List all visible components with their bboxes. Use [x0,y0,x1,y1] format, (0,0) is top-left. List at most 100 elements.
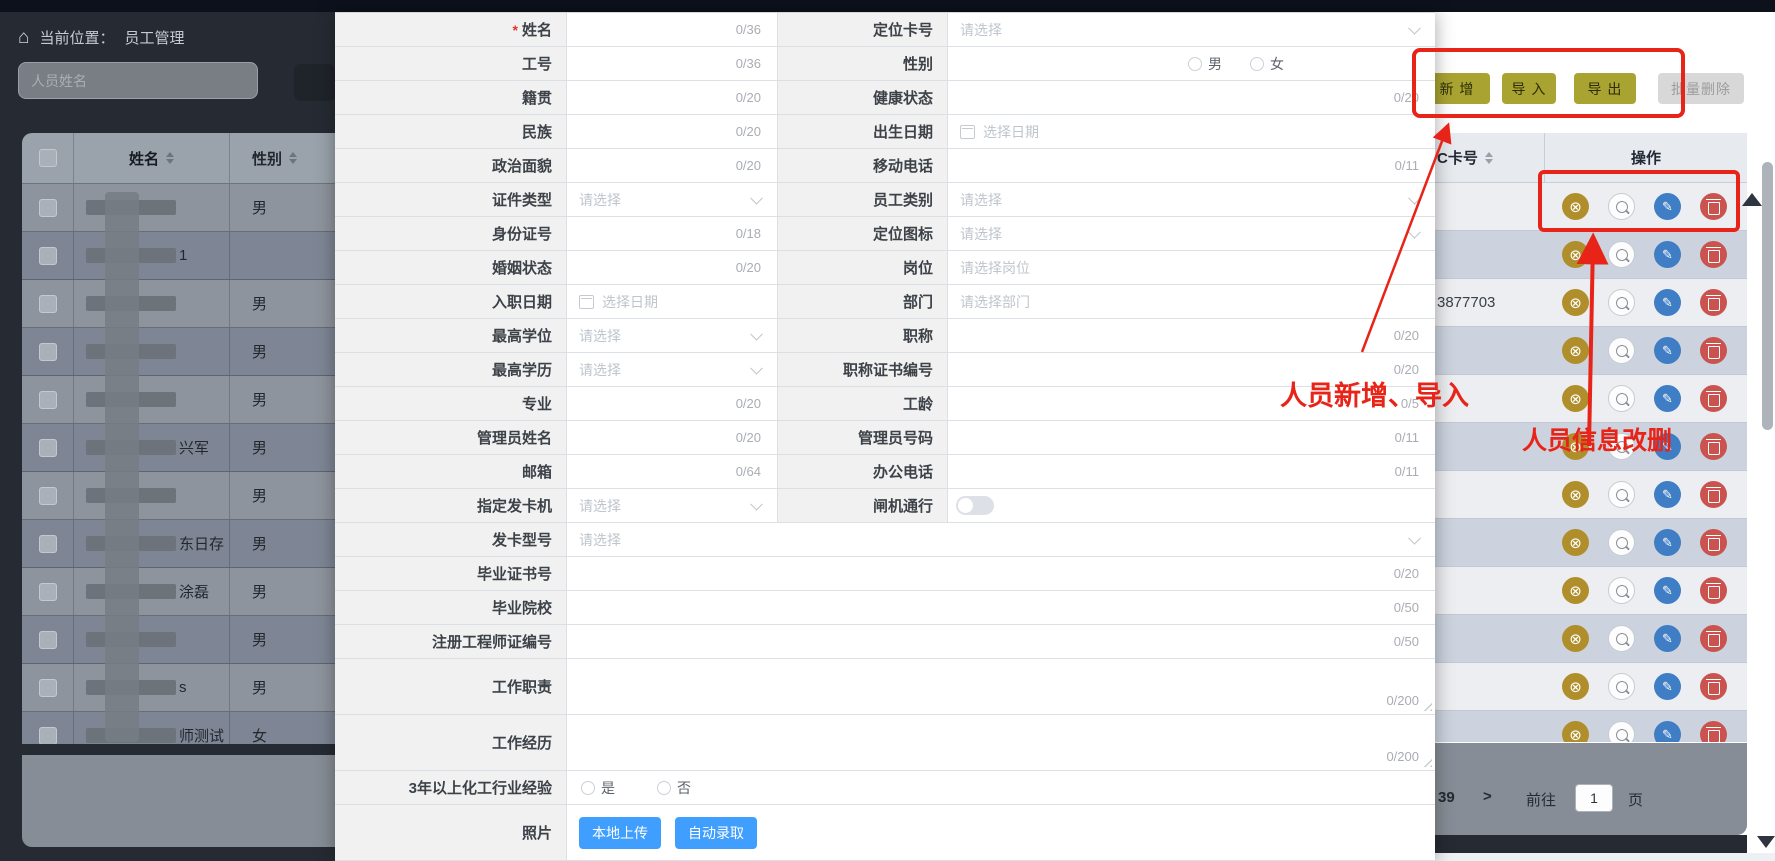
row-checkbox[interactable] [39,679,57,697]
edit-icon[interactable]: ✎ [1654,673,1681,700]
scrollbar-thumb[interactable] [1762,162,1773,430]
form-input-counter[interactable]: 0/20 [567,387,777,420]
view-icon[interactable] [1608,625,1635,652]
form-input-textarea[interactable]: 0/200 [567,715,1435,770]
row-checkbox[interactable] [39,583,57,601]
local-upload-button[interactable]: 本地上传 [579,817,661,849]
form-input-counter[interactable]: 0/36 [567,13,777,46]
form-input-counter[interactable]: 0/64 [567,455,777,488]
resize-grip-icon[interactable] [1421,756,1432,767]
radio-icon[interactable] [581,781,595,795]
view-icon[interactable] [1608,577,1635,604]
form-input-counter[interactable]: 0/36 [567,47,777,80]
table-row[interactable]: 男 [22,616,335,664]
person-name-search[interactable] [18,62,258,99]
edit-icon[interactable]: ✎ [1654,625,1681,652]
delete-icon[interactable] [1700,721,1727,742]
form-input-counter[interactable]: 0/20 [948,319,1435,352]
table-row[interactable]: ⊗✎ [1435,327,1747,375]
delete-icon[interactable] [1700,673,1727,700]
table-row[interactable]: ⊗✎ [1435,471,1747,519]
table-row[interactable]: ⊗✎ [1435,183,1747,231]
edit-icon[interactable]: ✎ [1654,481,1681,508]
row-checkbox[interactable] [39,439,57,457]
partially-hidden-control[interactable] [294,64,335,101]
form-input-counter[interactable]: 0/5 [948,387,1435,420]
edit-icon[interactable]: ✎ [1654,385,1681,412]
table-row[interactable]: ⊗✎ [1435,375,1747,423]
form-input-counter[interactable]: 0/11 [948,421,1435,454]
table-row[interactable]: 男 [22,472,335,520]
form-input-counter[interactable]: 0/11 [948,455,1435,488]
form-input-toggle[interactable] [948,489,1435,522]
row-checkbox[interactable] [39,487,57,505]
delete-icon[interactable] [1700,289,1727,316]
row-checkbox[interactable] [39,727,57,745]
view-icon[interactable] [1608,529,1635,556]
form-input-counter[interactable]: 0/20 [567,149,777,182]
deactivate-card-icon[interactable]: ⊗ [1562,337,1589,364]
table-row[interactable]: ⊗✎ [1435,519,1747,567]
form-input-counter[interactable]: 0/20 [567,81,777,114]
form-input-select[interactable]: 请选择 [567,319,777,352]
edit-icon[interactable]: ✎ [1654,193,1681,220]
delete-icon[interactable] [1700,193,1727,220]
form-input-counter[interactable]: 0/20 [567,421,777,454]
view-icon[interactable] [1608,385,1635,412]
table-row[interactable]: 1 [22,232,335,280]
sort-icons-gender[interactable] [289,152,297,164]
view-icon[interactable] [1608,337,1635,364]
import-button[interactable]: 导 入 [1502,73,1556,104]
deactivate-card-icon[interactable]: ⊗ [1562,481,1589,508]
pagination-next-icon[interactable]: > [1483,788,1492,805]
table-row[interactable]: 男 [22,376,335,424]
auto-capture-button[interactable]: 自动录取 [675,817,757,849]
pagination-last-page[interactable]: 39 [1438,789,1455,806]
radio-option[interactable]: 是 [581,778,615,798]
form-input-radios[interactable]: 是否 [567,771,1435,804]
search-input[interactable] [19,63,281,98]
table-row[interactable]: 师测试女 [22,712,335,744]
delete-icon[interactable] [1700,529,1727,556]
view-icon[interactable] [1608,673,1635,700]
form-input-counter[interactable]: 0/20 [567,557,1435,590]
row-checkbox[interactable] [39,631,57,649]
table-row[interactable]: ⊗✎ [1435,711,1747,742]
row-checkbox[interactable] [39,295,57,313]
table-row[interactable]: 男 [22,328,335,376]
form-input-counter[interactable]: 0/50 [567,591,1435,624]
edit-icon[interactable]: ✎ [1654,241,1681,268]
sort-icons-name[interactable] [166,152,174,164]
row-checkbox[interactable] [39,535,57,553]
table-row[interactable]: ⊗✎ [1435,567,1747,615]
batch-delete-button[interactable]: 批量删除 [1658,73,1744,104]
form-input-select[interactable]: 请选择 [567,523,1435,556]
column-header-gender[interactable]: 性别 [252,148,282,169]
radio-option[interactable]: 否 [657,778,691,798]
scroll-down-icon[interactable] [1757,836,1775,848]
row-checkbox[interactable] [39,247,57,265]
deactivate-card-icon[interactable]: ⊗ [1562,193,1589,220]
form-input-placeholder[interactable]: 请选择部门 [948,285,1435,318]
pagination-page-input[interactable] [1575,784,1613,812]
deactivate-card-icon[interactable]: ⊗ [1562,625,1589,652]
view-icon[interactable] [1608,481,1635,508]
form-input-counter[interactable]: 0/11 [948,149,1435,182]
form-input-select[interactable]: 请选择 [567,183,777,216]
form-input-radios[interactable]: 男女 [948,47,1435,80]
view-icon[interactable] [1608,241,1635,268]
table-row[interactable]: 男 [22,184,335,232]
column-header-card[interactable]: C卡号 [1437,147,1478,168]
delete-icon[interactable] [1700,241,1727,268]
delete-icon[interactable] [1700,385,1727,412]
delete-icon[interactable] [1700,433,1727,460]
form-input-counter[interactable]: 0/50 [567,625,1435,658]
view-icon[interactable] [1608,721,1635,742]
view-icon[interactable] [1608,289,1635,316]
deactivate-card-icon[interactable]: ⊗ [1562,673,1589,700]
radio-option[interactable]: 男 [1188,54,1222,74]
edit-icon[interactable]: ✎ [1654,529,1681,556]
edit-icon[interactable]: ✎ [1654,289,1681,316]
row-checkbox[interactable] [39,199,57,217]
scroll-up-icon[interactable] [1742,193,1762,206]
